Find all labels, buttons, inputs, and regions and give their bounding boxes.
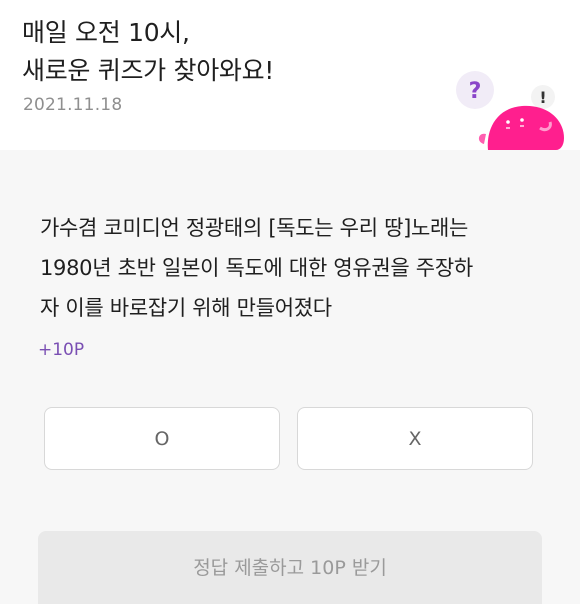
submit-answer-button[interactable]: 정답 제출하고 10P 받기 xyxy=(38,531,542,604)
title-line-2: 새로운 퀴즈가 찾아와요! xyxy=(22,56,275,85)
quiz-page: 매일 오전 10시, 새로운 퀴즈가 찾아와요! 2021.11.18 ? ! xyxy=(0,0,580,604)
question-bubble-icon: ? xyxy=(456,71,494,109)
answer-x-label: X xyxy=(408,427,422,450)
mascot-illustration: ? ! xyxy=(456,71,564,150)
exclaim-bubble-icon: ! xyxy=(531,85,555,109)
answer-x-button[interactable]: X xyxy=(297,407,533,470)
quiz-header: 매일 오전 10시, 새로운 퀴즈가 찾아와요! 2021.11.18 ? ! xyxy=(0,0,580,150)
question-mark-text: ? xyxy=(469,79,482,104)
question-line-2: 1980년 초반 일본이 독도에 대한 영유권을 주장하 xyxy=(40,256,473,280)
quiz-question: 가수겸 코미디언 정광태의 [독도는 우리 땅]노래는 1980년 초반 일본이… xyxy=(40,208,560,328)
answer-o-button[interactable]: O xyxy=(44,407,280,470)
answer-o-label: O xyxy=(154,427,170,450)
title-line-1: 매일 오전 10시, xyxy=(22,18,190,47)
exclaim-mark-text: ! xyxy=(539,88,546,107)
submit-answer-label: 정답 제출하고 10P 받기 xyxy=(193,557,387,579)
question-line-3: 자 이를 바로잡기 위해 만들어졌다 xyxy=(40,296,332,320)
pink-blob-character-icon xyxy=(478,105,564,150)
question-line-1: 가수겸 코미디언 정광태의 [독도는 우리 땅]노래는 xyxy=(40,216,469,240)
points-reward: +10P xyxy=(38,340,85,360)
quiz-date: 2021.11.18 xyxy=(23,95,123,115)
page-title: 매일 오전 10시, 새로운 퀴즈가 찾아와요! xyxy=(22,14,274,90)
